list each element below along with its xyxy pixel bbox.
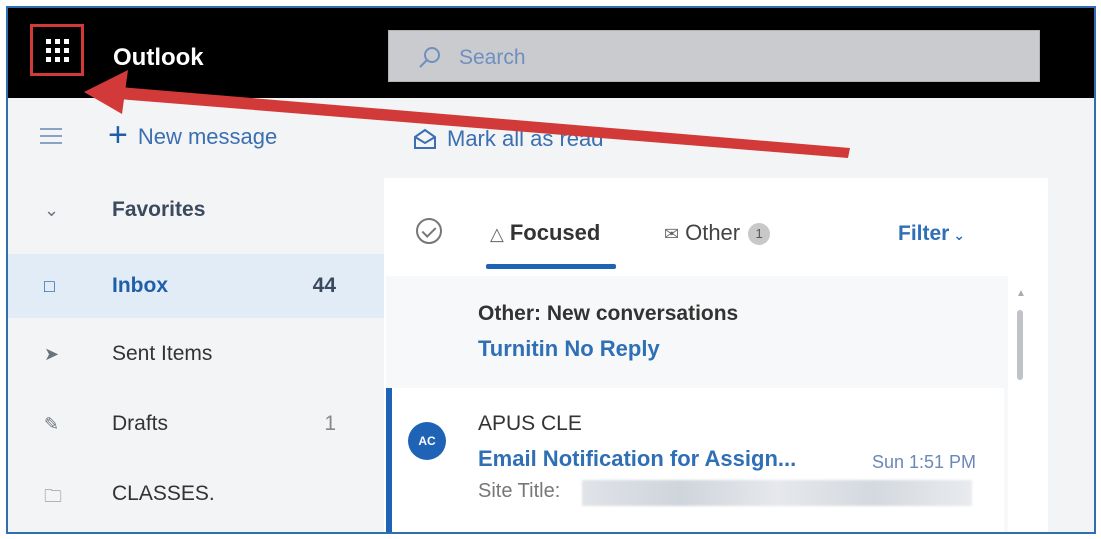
inbox-icon: □ [44,276,55,296]
command-bar: + New message Mark all as read [8,98,1094,178]
reading-pane-edge [1048,98,1094,532]
scroll-up-icon: ▲ [1016,288,1026,299]
draft-count: 1 [324,412,336,435]
envelope-open-icon [414,128,436,149]
message-sender: APUS CLE [478,412,582,435]
chevron-down-icon: ⌄ [44,200,60,220]
tab-focused[interactable]: △ Focused [490,220,600,246]
selected-indicator [386,388,392,532]
active-tab-indicator [486,264,616,269]
folder-icon: 🗀 [44,486,62,506]
nav-item-label: Inbox [112,274,168,297]
message-subject: Email Notification for Assign... [478,446,797,471]
nav-item-classes[interactable]: 🗀 CLASSES. [8,462,384,526]
search-input[interactable]: Search [388,30,1040,82]
notice-title: Other: New conversations [478,302,739,325]
waffle-icon [45,38,69,62]
folder-pane: ⌄ Favorites □ Inbox 44 ➤ Sent Items ✎ Dr… [8,178,384,532]
filter-button[interactable]: Filter ⌄ [898,222,1008,246]
redacted-preview [582,480,972,506]
mark-all-read-label: Mark all as read [447,126,604,151]
nav-item-inbox[interactable]: □ Inbox 44 [8,254,384,318]
send-icon: ➤ [44,344,60,364]
tab-focused-label: Focused [509,220,601,245]
app-launcher-button[interactable] [30,24,84,76]
nav-item-label: Favorites [112,198,206,221]
new-message-label: New message [137,124,278,149]
select-all-checkbox[interactable] [416,218,442,244]
plus-icon: + [108,116,128,154]
app-title: Outlook [113,44,204,71]
filter-label: Filter [898,222,950,245]
screenshot-frame: Outlook Search + New message Mark all as… [6,6,1096,534]
mark-all-read-button[interactable]: Mark all as read [413,126,604,152]
top-bar: Outlook Search [8,8,1094,98]
other-conversations-notice[interactable]: Other: New conversations Turnitin No Rep… [386,276,1008,388]
nav-item-label: CLASSES. [112,482,215,505]
notice-sender: Turnitin No Reply [478,336,660,361]
inbox-tabs: △ Focused ✉ Other 1 Filter ⌄ [386,178,1008,276]
hamburger-menu-icon[interactable] [40,128,62,149]
message-time: Sun 1:51 PM [871,452,976,472]
envelope-icon: ✉ [664,224,680,244]
message-row[interactable]: AC APUS CLE Email Notification for Assig… [386,388,1004,532]
search-placeholder: Search [459,46,526,69]
scroll-thumb[interactable] [1017,310,1023,380]
chevron-down-icon: ⌄ [949,227,965,243]
focused-icon: △ [490,224,504,244]
nav-item-label: Sent Items [112,342,213,365]
tab-other[interactable]: ✉ Other 1 [664,220,771,246]
nav-item-favorites[interactable]: ⌄ Favorites [8,178,384,242]
avatar: AC [408,422,446,460]
message-preview: Site Title: [478,480,561,502]
nav-item-sent-items[interactable]: ➤ Sent Items [8,322,384,386]
pencil-icon: ✎ [44,414,60,434]
other-count-badge: 1 [748,223,771,245]
search-icon [419,47,440,68]
unread-count: 44 [312,274,336,297]
scrollbar[interactable]: ▲ [1014,288,1026,398]
nav-item-label: Drafts [112,412,169,435]
nav-item-drafts[interactable]: ✎ Drafts 1 [8,392,384,456]
message-list: △ Focused ✉ Other 1 Filter ⌄ Other: New con… [386,178,1026,532]
tab-other-label: Other [685,220,741,245]
new-message-button[interactable]: + New message [108,118,278,152]
